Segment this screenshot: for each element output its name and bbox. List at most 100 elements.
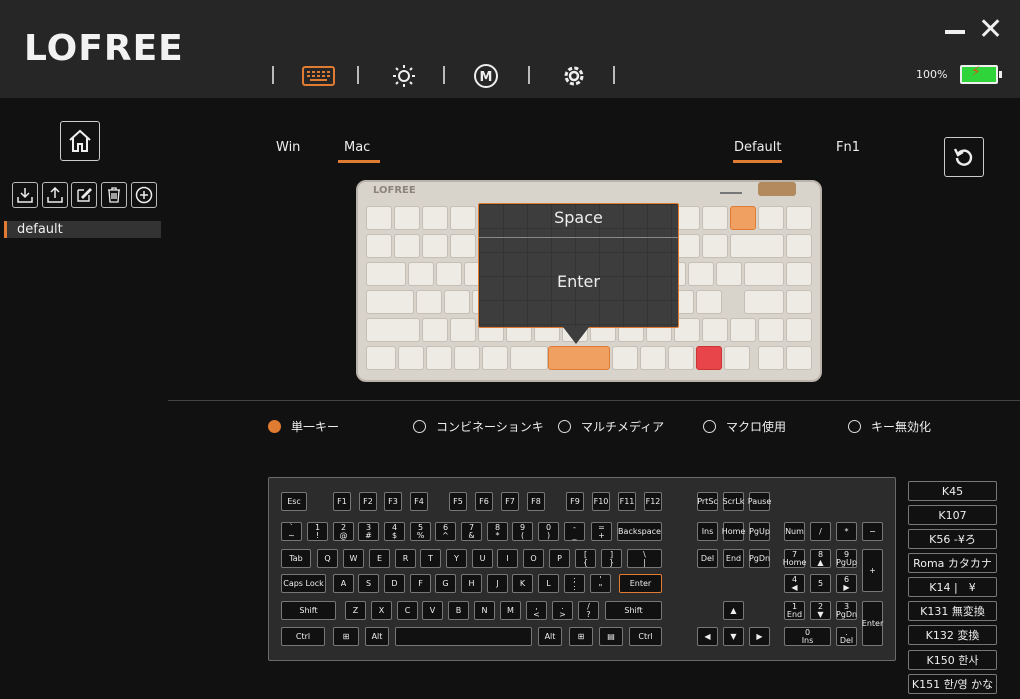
keyboard-knob[interactable]: [758, 182, 796, 196]
key-minus[interactable]: - _: [564, 522, 585, 541]
preview-key[interactable]: [716, 262, 742, 286]
key-lwin[interactable]: ⊞: [333, 627, 359, 646]
key-period[interactable]: . >: [552, 601, 573, 620]
key-kp4[interactable]: 4 ◀: [784, 574, 805, 593]
preview-key[interactable]: [408, 262, 434, 286]
preview-key[interactable]: [422, 206, 448, 230]
preview-key[interactable]: [688, 262, 714, 286]
key-pgdn[interactable]: PgDn: [749, 549, 770, 568]
extra-key-item[interactable]: K45: [908, 481, 997, 501]
key-f12[interactable]: F12: [644, 492, 662, 511]
key-pgup[interactable]: PgUp: [749, 522, 770, 541]
key-f6[interactable]: F6: [475, 492, 493, 511]
key-f10[interactable]: F10: [592, 492, 610, 511]
key-kp1[interactable]: 1 End: [784, 601, 805, 620]
key-grave[interactable]: ` ~: [281, 522, 302, 541]
key-f8[interactable]: F8: [527, 492, 545, 511]
key-kp5[interactable]: 5: [810, 574, 831, 593]
key-kp8[interactable]: 8 ▲: [810, 549, 831, 568]
preview-key[interactable]: [702, 206, 728, 230]
preview-key[interactable]: [786, 262, 812, 286]
preview-key[interactable]: [426, 346, 452, 370]
extra-key-item[interactable]: K151 한/영 かな: [908, 674, 997, 694]
key-del[interactable]: Del: [697, 549, 718, 568]
key-kpmul[interactable]: *: [836, 522, 857, 541]
key-kp9[interactable]: 9 PgUp: [836, 549, 857, 568]
preview-key[interactable]: [394, 234, 420, 258]
mode-single-key-radio[interactable]: 単一キー: [268, 418, 339, 435]
tab-fn1[interactable]: Fn1: [836, 140, 860, 155]
extra-key-item[interactable]: K56 -¥ろ: [908, 529, 997, 549]
key-c[interactable]: C: [397, 601, 418, 620]
preview-key[interactable]: [398, 346, 424, 370]
key-f11[interactable]: F11: [618, 492, 636, 511]
preview-key[interactable]: [744, 262, 784, 286]
key-lctrl[interactable]: Ctrl: [281, 627, 325, 646]
key-t[interactable]: T: [420, 549, 441, 568]
key-kpdot[interactable]: . Del: [836, 627, 857, 646]
tab-win[interactable]: Win: [276, 140, 300, 155]
key-n2[interactable]: 2 @: [333, 522, 354, 541]
key-lalt[interactable]: Alt: [365, 627, 389, 646]
key-q[interactable]: Q: [317, 549, 338, 568]
mode-macro-radio[interactable]: マクロ使用: [703, 418, 786, 435]
key-kpenter[interactable]: Enter: [862, 601, 883, 646]
profile-item-default[interactable]: default: [4, 221, 161, 238]
preview-key[interactable]: [366, 234, 392, 258]
key-caps[interactable]: Caps Lock: [281, 574, 326, 593]
key-n1[interactable]: 1 !: [307, 522, 328, 541]
key-n0[interactable]: 0 ): [538, 522, 559, 541]
preview-key[interactable]: [366, 206, 392, 230]
preview-key[interactable]: [724, 346, 750, 370]
key-kp2[interactable]: 2 ▼: [810, 601, 831, 620]
key-n4[interactable]: 4 $: [384, 522, 405, 541]
key-n7[interactable]: 7 &: [461, 522, 482, 541]
key-u[interactable]: U: [472, 549, 493, 568]
preview-key[interactable]: [758, 206, 784, 230]
key-kp7[interactable]: 7 Home: [783, 549, 806, 568]
key-kpadd[interactable]: +: [862, 549, 883, 592]
close-button[interactable]: ✕: [978, 15, 1003, 45]
key-menu[interactable]: ▤: [599, 627, 623, 646]
key-a[interactable]: A: [333, 574, 354, 593]
extra-key-item[interactable]: K131 無変換: [908, 601, 997, 621]
preview-key[interactable]: [548, 346, 610, 370]
preview-key[interactable]: [758, 346, 784, 370]
key-r[interactable]: R: [395, 549, 416, 568]
reset-button[interactable]: [944, 137, 984, 177]
tab-default[interactable]: Default: [734, 140, 782, 155]
key-l[interactable]: L: [538, 574, 559, 593]
preview-key[interactable]: [696, 346, 722, 370]
key-tab[interactable]: Tab: [281, 549, 311, 568]
preview-key[interactable]: [482, 346, 508, 370]
key-rwin[interactable]: ⊞: [569, 627, 593, 646]
preview-key[interactable]: [702, 234, 728, 258]
key-up[interactable]: ▲: [723, 601, 744, 620]
key-y[interactable]: Y: [446, 549, 467, 568]
delete-icon[interactable]: [101, 182, 127, 208]
preview-key[interactable]: [436, 262, 462, 286]
key-i[interactable]: I: [497, 549, 518, 568]
key-kpdiv[interactable]: /: [810, 522, 831, 541]
key-j[interactable]: J: [487, 574, 508, 593]
preview-key[interactable]: [668, 346, 694, 370]
preview-key[interactable]: [366, 290, 414, 314]
key-v[interactable]: V: [422, 601, 443, 620]
extra-key-item[interactable]: K150 한사: [908, 650, 997, 670]
preview-key[interactable]: [510, 346, 548, 370]
preview-key[interactable]: [612, 346, 638, 370]
key-n8[interactable]: 8 *: [487, 522, 508, 541]
key-semi[interactable]: ; :: [564, 574, 585, 593]
key-o[interactable]: O: [523, 549, 544, 568]
key-n[interactable]: N: [474, 601, 495, 620]
preview-key[interactable]: [454, 346, 480, 370]
key-f9[interactable]: F9: [566, 492, 584, 511]
key-lbr[interactable]: [ {: [575, 549, 596, 568]
preview-key[interactable]: [444, 290, 470, 314]
key-bslash[interactable]: \ |: [627, 549, 662, 568]
edit-icon[interactable]: [71, 182, 97, 208]
key-scrlk[interactable]: ScrLk: [723, 492, 744, 511]
preview-key[interactable]: [450, 206, 476, 230]
tab-mac[interactable]: Mac: [344, 140, 370, 155]
preview-key[interactable]: [786, 290, 812, 314]
